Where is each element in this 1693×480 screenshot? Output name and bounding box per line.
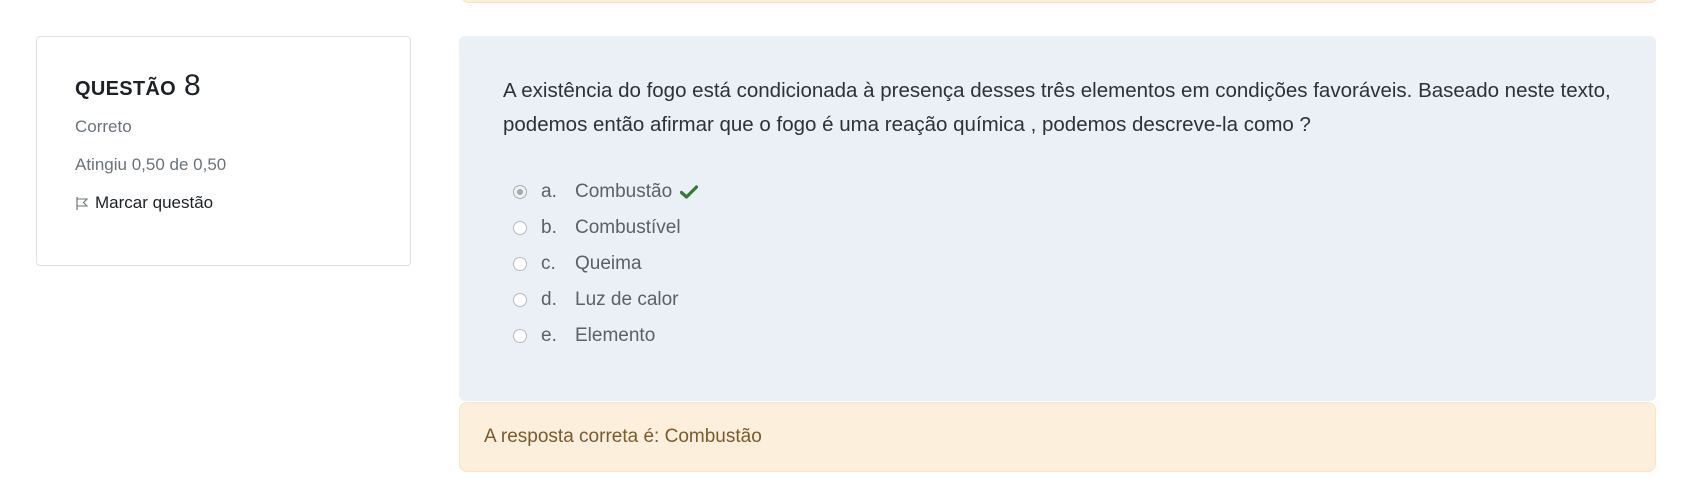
- answer-radio[interactable]: [513, 185, 527, 199]
- answer-letter: c.: [541, 253, 556, 274]
- right-answer-feedback: A resposta correta é: Combustão: [459, 402, 1656, 472]
- question-grade: Atingiu 0,50 de 0,50: [75, 155, 227, 174]
- answer-option: c. Queima: [513, 246, 1612, 282]
- question-number: 8: [184, 69, 201, 102]
- answer-radio[interactable]: [513, 221, 527, 235]
- answer-radio[interactable]: [513, 329, 527, 343]
- quiz-review-page: QUESTÃO 8 Correto Atingiu 0,50 de 0,50 M…: [0, 0, 1693, 480]
- answer-letter: d.: [541, 289, 557, 310]
- answer-text: Combustível: [575, 217, 681, 238]
- answer-text: Queima: [575, 253, 642, 274]
- answer-list: a. Combustão b. Combustível c. Queima d. Luz de…: [503, 174, 1612, 354]
- flag-icon: [75, 195, 89, 211]
- question-info-card: QUESTÃO 8 Correto Atingiu 0,50 de 0,50 M…: [36, 36, 411, 266]
- answer-text: Luz de calor: [575, 289, 679, 310]
- question-state: Correto: [75, 117, 132, 136]
- answer-option: e. Elemento: [513, 318, 1612, 354]
- right-answer-text: A resposta correta é: Combustão: [484, 426, 762, 447]
- question-text: A existência do fogo está condicionada à…: [503, 79, 1611, 136]
- question-label: QUESTÃO: [75, 78, 176, 100]
- answer-text: Elemento: [575, 325, 656, 346]
- answer-letter: a.: [541, 181, 557, 202]
- question-formulation: A existência do fogo está condicionada à…: [459, 36, 1656, 401]
- answer-letter: e.: [541, 325, 557, 346]
- flag-question-link[interactable]: Marcar questão: [75, 193, 213, 213]
- answer-text: Combustão: [575, 181, 673, 202]
- correct-check-icon: [680, 185, 699, 199]
- answer-letter: b.: [541, 217, 557, 238]
- answer-radio[interactable]: [513, 293, 527, 307]
- answer-option: b. Combustível: [513, 210, 1612, 246]
- answer-option: a. Combustão: [513, 174, 1612, 210]
- answer-option: d. Luz de calor: [513, 282, 1612, 318]
- previous-question-feedback-edge: [461, 0, 1658, 3]
- flag-question-label: Marcar questão: [95, 193, 214, 212]
- answer-radio[interactable]: [513, 257, 527, 271]
- question-heading: QUESTÃO 8: [75, 69, 372, 103]
